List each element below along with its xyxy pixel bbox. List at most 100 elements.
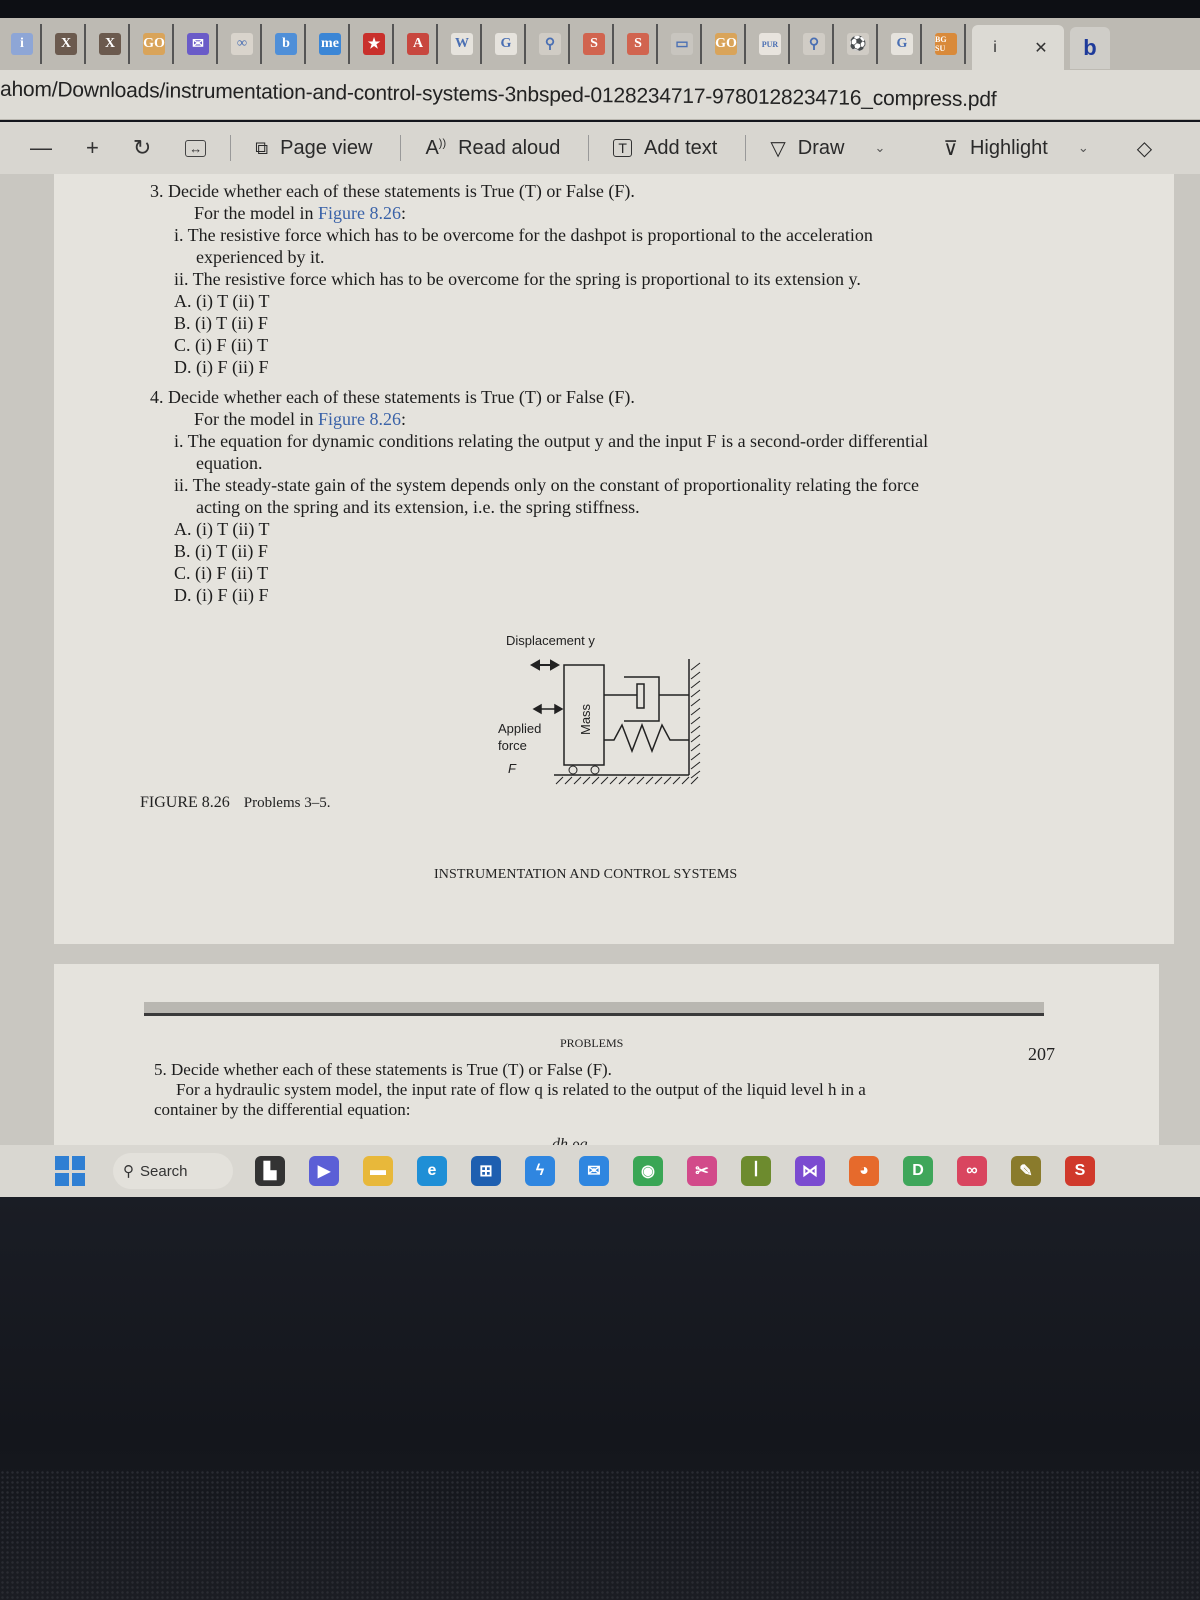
windows-logo-icon [71, 1172, 85, 1186]
toolbar-divider [230, 135, 232, 161]
s-app-icon[interactable]: S [1065, 1156, 1095, 1186]
highlight-button[interactable]: ⊽ Highlight ⌄ [943, 136, 1088, 161]
mail-icon[interactable]: ✉ [579, 1156, 609, 1186]
address-bar[interactable]: ahom/Downloads/instrumentation-and-contr… [0, 70, 1200, 120]
hatch-line [609, 776, 618, 785]
question-context-continued: container by the differential equation: [154, 1100, 411, 1119]
snipping-tool-icon[interactable]: ✂ [687, 1156, 717, 1186]
close-tab-icon[interactable]: ✕ [1030, 37, 1052, 59]
hatch-line [555, 776, 564, 785]
search-icon: ⚲ [539, 33, 561, 55]
file-explorer-icon[interactable]: ▬ [363, 1156, 393, 1186]
hatch-line [690, 707, 701, 716]
figure-link[interactable]: Figure 8.26 [318, 409, 401, 429]
taskbar-search[interactable]: ⚲ Search [113, 1153, 233, 1189]
figure-number: FIGURE 8.26 [140, 794, 230, 811]
figure-link[interactable]: Figure 8.26 [318, 203, 401, 223]
hatch-line [573, 776, 582, 785]
hatch-line [690, 752, 701, 761]
browser-tab[interactable]: b [268, 24, 306, 64]
browser-tab[interactable]: X [92, 24, 130, 64]
read-aloud-label: Read aloud [458, 136, 561, 159]
zoom-in-button[interactable]: + [86, 135, 99, 161]
figure-caption: FIGURE 8.26 Problems 3–5. [140, 792, 330, 814]
d-app-icon[interactable]: D [903, 1156, 933, 1186]
read-aloud-button[interactable]: A)) Read aloud [425, 137, 560, 160]
browser-tab[interactable]: X [48, 24, 86, 64]
browser-tab[interactable]: A [400, 24, 438, 64]
draw-chevron-down-icon[interactable]: ⌄ [874, 140, 885, 156]
browser-tab[interactable]: b [1070, 27, 1110, 69]
question-4: 4. Decide whether each of these statemen… [150, 386, 928, 606]
browser-tab[interactable]: ★ [356, 24, 394, 64]
store-icon[interactable]: ⊞ [471, 1156, 501, 1186]
browser-tab[interactable]: GO [136, 24, 174, 64]
browser-tab[interactable]: W [444, 24, 482, 64]
browser-tab-strip: i X X GO ✉ ∞ b me ★ A W G ⚲ S S ▭ GO PUR ⚲ ⚽ G BG SU i ✕ b [0, 18, 1200, 71]
wheel [590, 765, 600, 775]
task-view-icon[interactable]: ▙ [255, 1156, 285, 1186]
question-context: For the model in Figure 8.26: [150, 202, 873, 224]
browser-tab[interactable]: S [576, 24, 614, 64]
feather-app-icon[interactable]: ✎ [1011, 1156, 1041, 1186]
mass-label: Mass [578, 703, 593, 735]
eraser-icon[interactable]: ◇ [1137, 136, 1152, 161]
chrome-icon[interactable]: ◉ [633, 1156, 663, 1186]
read-aloud-icon: A)) [425, 136, 447, 159]
start-button[interactable] [55, 1156, 85, 1186]
highlight-chevron-down-icon[interactable]: ⌄ [1078, 140, 1089, 156]
browser-tab[interactable]: ▭ [664, 24, 702, 64]
statement-i-continued: experienced by it. [196, 247, 325, 267]
browser-tab[interactable]: G [488, 24, 526, 64]
hatch-line [591, 776, 600, 785]
search-icon: ⚲ [803, 33, 825, 55]
python-idle-icon[interactable]: ꟾ [741, 1156, 771, 1186]
browser-tab[interactable]: PUR [752, 24, 790, 64]
firefox-icon[interactable]: ◕ [849, 1156, 879, 1186]
question-context: For the model in Figure 8.26: [150, 408, 928, 430]
me-icon: me [319, 33, 341, 55]
edge-icon[interactable]: e [417, 1156, 447, 1186]
hatch-line [654, 776, 663, 785]
pdf-viewport[interactable]: 3. Decide whether each of these statemen… [0, 174, 1200, 1164]
statement-i-continued: equation. [196, 453, 263, 473]
bgsu-icon: BG SU [935, 33, 957, 55]
browser-tab[interactable]: ⚲ [532, 24, 570, 64]
hatch-line [690, 761, 701, 770]
add-text-button[interactable]: T Add text [613, 137, 717, 160]
question-3: 3. Decide whether each of these statemen… [150, 180, 873, 378]
option-a: A. (i) T (ii) T [174, 291, 270, 311]
hatch-line [690, 680, 701, 689]
creative-cloud-icon[interactable]: ∞ [957, 1156, 987, 1186]
browser-tab[interactable]: ∞ [224, 24, 262, 64]
rotate-icon[interactable]: ↻ [133, 135, 151, 161]
browser-tab[interactable]: ⚽ [840, 24, 878, 64]
soccer-icon: ⚽ [847, 33, 869, 55]
draw-button[interactable]: ▽ Draw ⌄ [770, 136, 885, 161]
tab-favicon: i [993, 39, 997, 56]
browser-tab[interactable]: ✉ [180, 24, 218, 64]
browser-tab[interactable]: ⚲ [796, 24, 834, 64]
hatch-line [627, 776, 636, 785]
taskbar-apps: ▙ ▶ ▬ e ⊞ ϟ ✉ ◉ ✂ ꟾ ⋈ ◕ D ∞ ✎ S [243, 1156, 1107, 1186]
fit-width-icon[interactable]: ↔ [185, 139, 207, 157]
pdf-page: PROBLEMS 207 5. Decide whether each of t… [54, 964, 1159, 1164]
browser-tab[interactable]: G [884, 24, 922, 64]
browser-tab[interactable]: i [4, 24, 42, 64]
active-tab[interactable]: i ✕ [972, 25, 1064, 71]
wikipedia-icon: W [451, 33, 473, 55]
windows-logo-icon [55, 1156, 69, 1170]
visual-studio-icon[interactable]: ⋈ [795, 1156, 825, 1186]
meet-icon[interactable]: ▶ [309, 1156, 339, 1186]
browser-tab[interactable]: me [312, 24, 350, 64]
hatch-line [690, 689, 701, 698]
browser-tab[interactable]: GO [708, 24, 746, 64]
draw-icon: ▽ [770, 137, 786, 160]
page-view-button[interactable]: ⧉ Page view [255, 137, 372, 160]
power-automate-icon[interactable]: ϟ [525, 1156, 555, 1186]
zoom-out-button[interactable]: — [30, 135, 52, 161]
browser-tab[interactable]: BG SU [928, 24, 966, 64]
pdf-toolbar: — + ↻ ↔ ⧉ Page view A)) Read aloud T Add… [0, 122, 1200, 174]
url-text[interactable]: ahom/Downloads/instrumentation-and-contr… [0, 77, 997, 111]
browser-tab[interactable]: S [620, 24, 658, 64]
